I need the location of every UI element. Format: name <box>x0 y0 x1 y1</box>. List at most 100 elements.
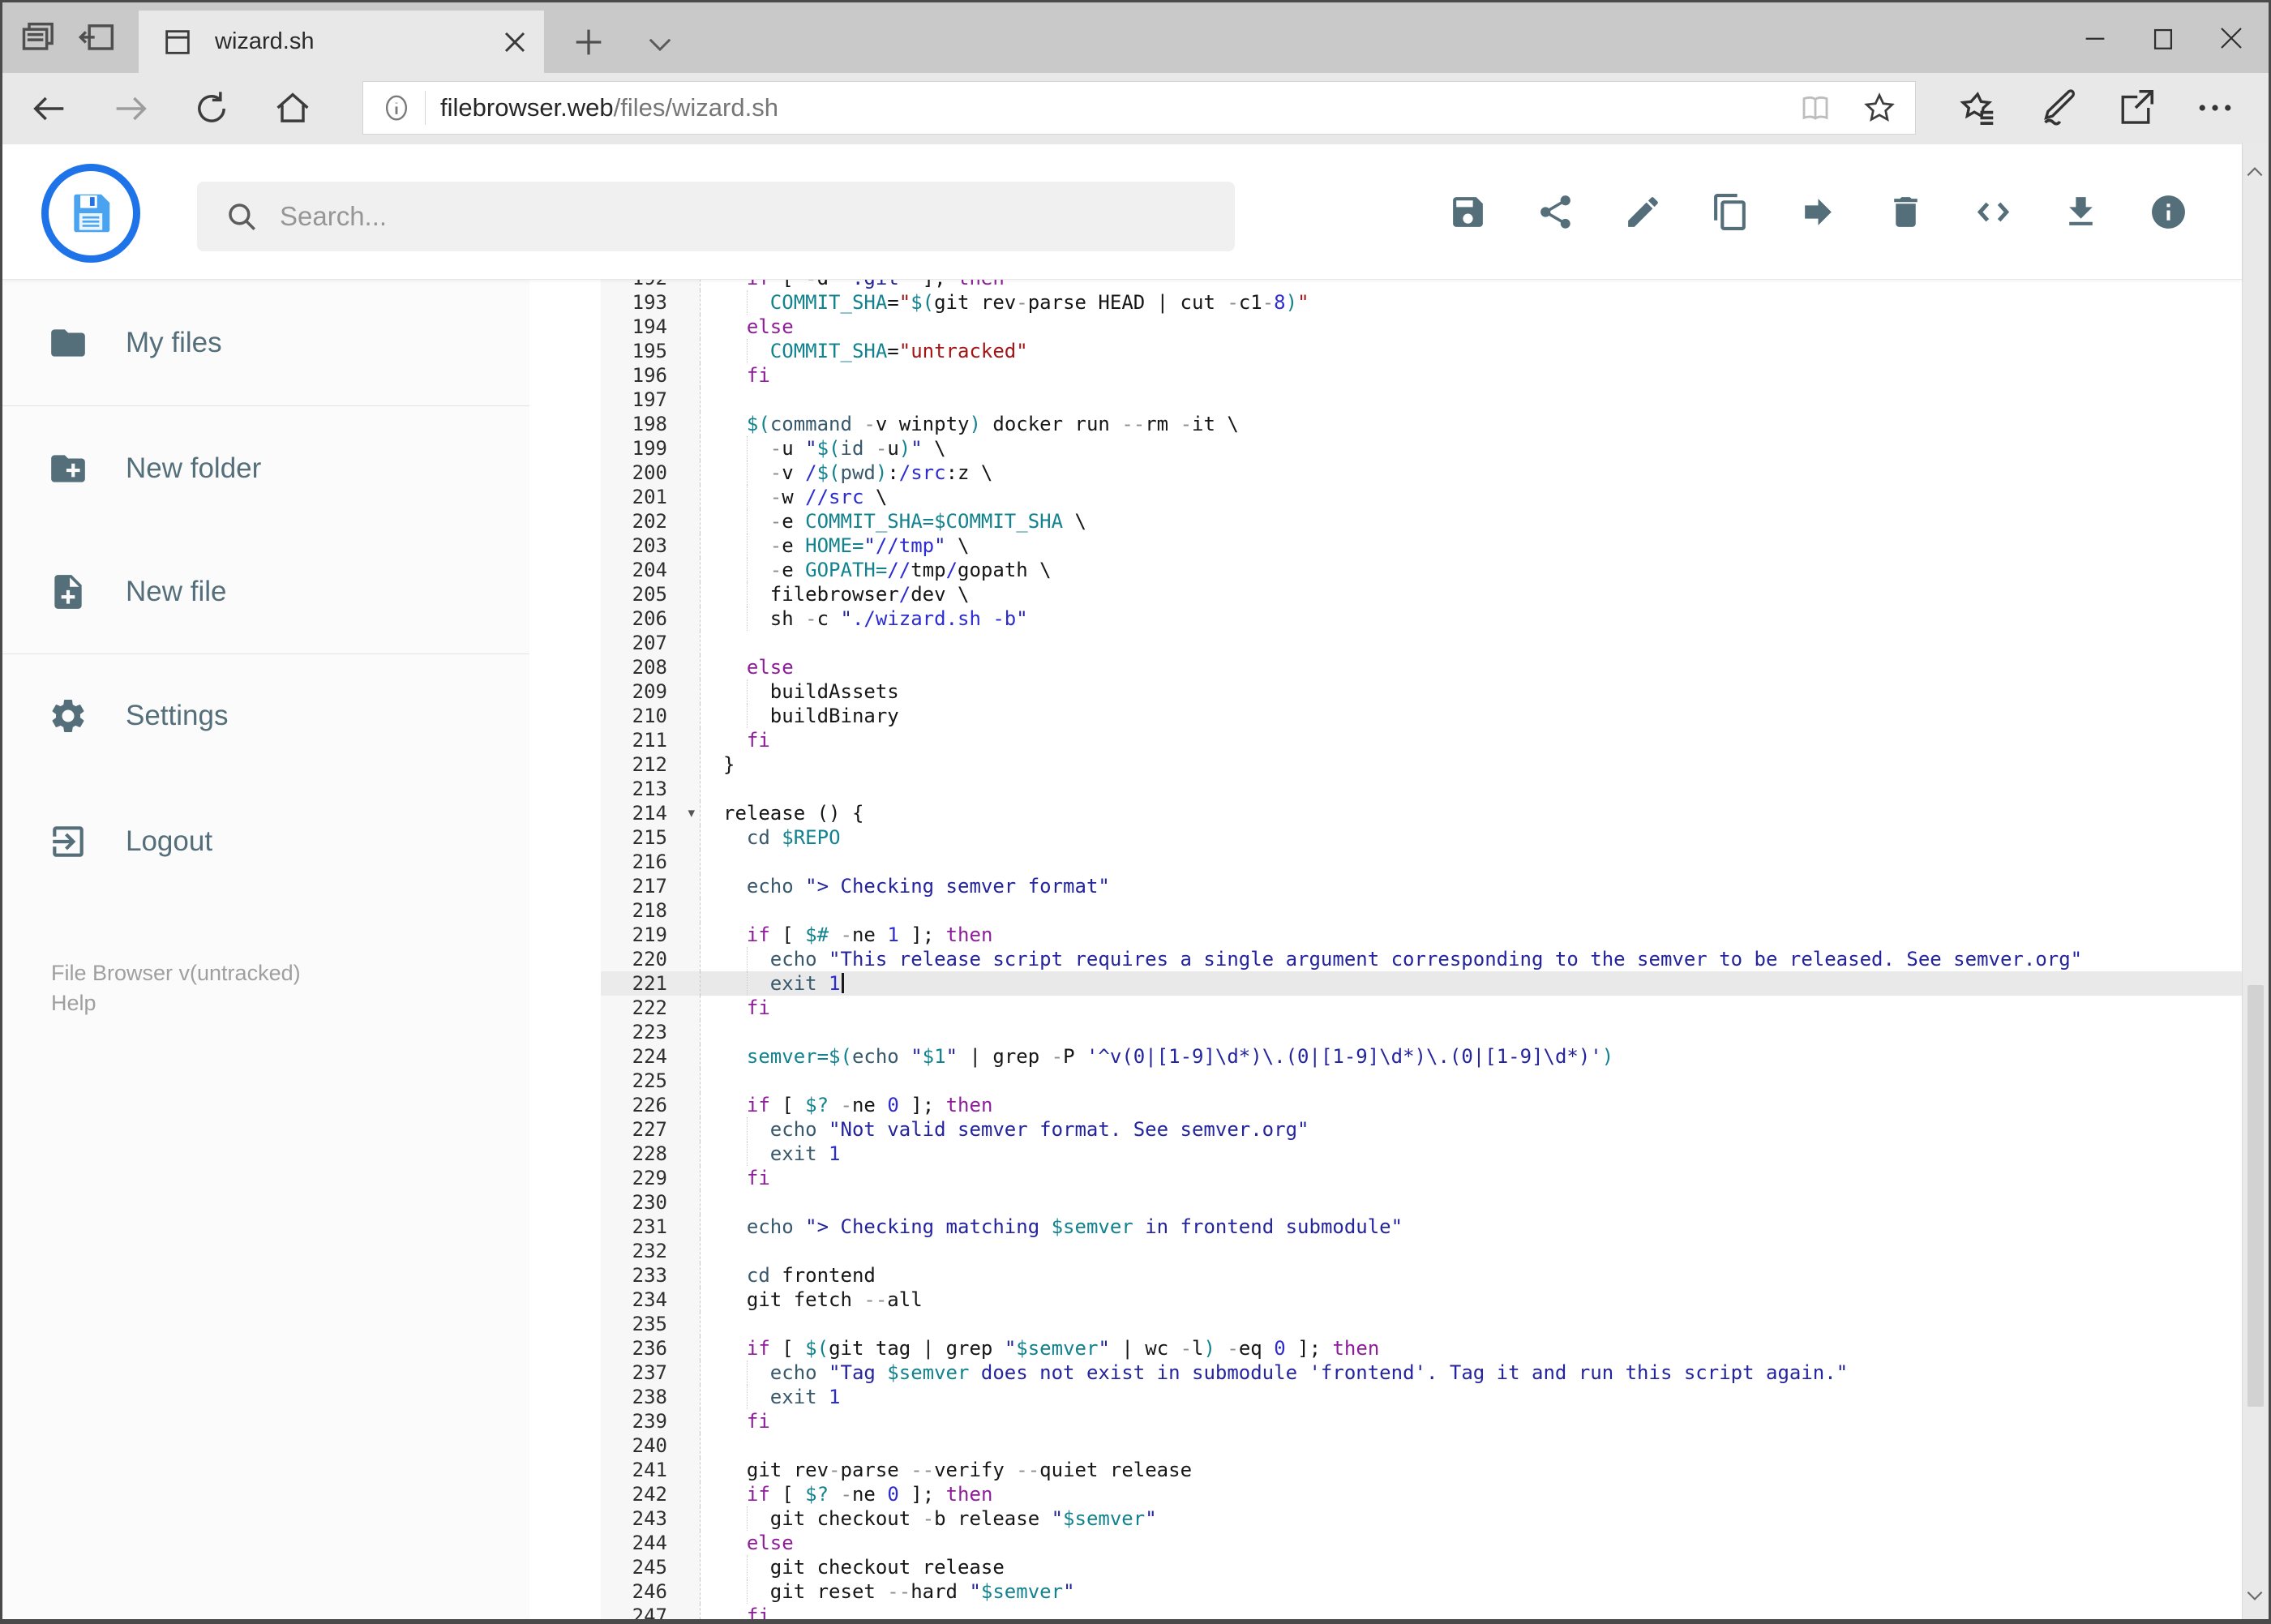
code-line-text[interactable]: else <box>701 655 2242 679</box>
sidebar-item-logout[interactable]: Logout <box>2 803 529 881</box>
tab-preview-icon[interactable] <box>19 17 61 59</box>
tab-wizard-sh[interactable]: wizard.sh <box>139 11 544 73</box>
line-number[interactable]: 246 <box>601 1579 701 1604</box>
code-line[interactable]: 235 <box>601 1312 2242 1336</box>
code-line[interactable]: 246 git reset --hard "$semver" <box>601 1579 2242 1604</box>
code-line[interactable]: 197 <box>601 388 2242 412</box>
web-note-pen-icon[interactable] <box>2034 86 2078 130</box>
line-number[interactable]: 222 <box>601 996 701 1020</box>
line-number[interactable]: 215 <box>601 825 701 850</box>
code-line[interactable]: 231 echo "> Checking matching $semver in… <box>601 1215 2242 1239</box>
code-line[interactable]: 216 <box>601 850 2242 874</box>
code-line-text[interactable]: fi <box>701 1604 2242 1619</box>
line-number[interactable]: 202 <box>601 509 701 533</box>
line-number[interactable]: 225 <box>601 1069 701 1093</box>
code-editor[interactable]: 192 if [ -d ".git" ]; then193 COMMIT_SHA… <box>529 279 2242 1619</box>
code-line-text[interactable]: } <box>701 752 2242 777</box>
code-line[interactable]: 199 -u "$(id -u)" \ <box>601 436 2242 461</box>
code-line[interactable]: 245 git checkout release <box>601 1555 2242 1579</box>
address-bar[interactable]: filebrowser.web/files/wizard.sh <box>362 81 1916 135</box>
line-number[interactable]: 228 <box>601 1142 701 1166</box>
line-number[interactable]: 216 <box>601 850 701 874</box>
line-number[interactable]: 218 <box>601 898 701 923</box>
line-number[interactable]: 220 <box>601 947 701 971</box>
code-line[interactable]: 195 COMMIT_SHA="untracked" <box>601 339 2242 363</box>
code-line[interactable]: 196 fi <box>601 363 2242 388</box>
code-area[interactable]: 192 if [ -d ".git" ]; then193 COMMIT_SHA… <box>601 279 2242 1619</box>
code-line-text[interactable]: release () { <box>701 801 2242 825</box>
line-number[interactable]: 212 <box>601 752 701 777</box>
line-number[interactable]: 196 <box>601 363 701 388</box>
code-line-text[interactable] <box>701 1312 2242 1336</box>
code-line-text[interactable]: -u "$(id -u)" \ <box>701 436 2242 461</box>
code-line[interactable]: 229 fi <box>601 1166 2242 1190</box>
more-ellipsis-icon[interactable] <box>2193 86 2237 130</box>
code-line[interactable]: 218 <box>601 898 2242 923</box>
line-number[interactable]: 204 <box>601 558 701 582</box>
share-page-icon[interactable] <box>2114 86 2157 130</box>
edit-button[interactable] <box>1623 192 1663 232</box>
line-number[interactable]: 240 <box>601 1433 701 1458</box>
line-number[interactable]: 208 <box>601 655 701 679</box>
close-button[interactable] <box>2197 14 2265 62</box>
code-line[interactable]: 233 cd frontend <box>601 1263 2242 1288</box>
line-number[interactable]: 236 <box>601 1336 701 1360</box>
line-number[interactable]: 238 <box>601 1385 701 1409</box>
scroll-down-icon[interactable] <box>2244 1585 2265 1606</box>
code-line[interactable]: 223 <box>601 1020 2242 1044</box>
line-number[interactable]: 203 <box>601 533 701 558</box>
code-line-text[interactable]: $(command -v winpty) docker run --rm -it… <box>701 412 2242 436</box>
site-info-icon[interactable] <box>381 92 412 123</box>
code-line[interactable]: 214 ▾ release () { <box>601 801 2242 825</box>
line-number[interactable]: 227 <box>601 1117 701 1142</box>
code-line-text[interactable]: exit 1 <box>701 971 2242 996</box>
new-tab-button[interactable] <box>570 24 607 61</box>
line-number[interactable]: 223 <box>601 1020 701 1044</box>
line-number[interactable]: 234 <box>601 1288 701 1312</box>
code-line-text[interactable]: fi <box>701 728 2242 752</box>
code-line[interactable]: 203 -e HOME="//tmp" \ <box>601 533 2242 558</box>
line-number[interactable]: 235 <box>601 1312 701 1336</box>
code-line[interactable]: 213 <box>601 777 2242 801</box>
code-line[interactable]: 240 <box>601 1433 2242 1458</box>
code-line[interactable]: 209 buildAssets <box>601 679 2242 704</box>
line-number[interactable]: 210 <box>601 704 701 728</box>
sidebar-item-settings[interactable]: Settings <box>2 677 529 755</box>
line-number[interactable]: 229 <box>601 1166 701 1190</box>
code-line-text[interactable] <box>701 777 2242 801</box>
sidebar-item-new-file[interactable]: New file <box>2 553 529 631</box>
code-line-text[interactable]: cd frontend <box>701 1263 2242 1288</box>
code-line-text[interactable]: -w //src \ <box>701 485 2242 509</box>
code-line-text[interactable]: fi <box>701 996 2242 1020</box>
line-number[interactable]: 241 <box>601 1458 701 1482</box>
save-button[interactable] <box>1448 192 1488 232</box>
code-line[interactable]: 205 filebrowser/dev \ <box>601 582 2242 606</box>
code-line[interactable]: 227 echo "Not valid semver format. See s… <box>601 1117 2242 1142</box>
code-line[interactable]: 230 <box>601 1190 2242 1215</box>
code-line[interactable]: 194 else <box>601 315 2242 339</box>
fold-marker-icon[interactable]: ▾ <box>688 801 695 825</box>
code-line[interactable]: 226 if [ $? -ne 0 ]; then <box>601 1093 2242 1117</box>
share-button[interactable] <box>1536 192 1575 232</box>
code-line-text[interactable]: COMMIT_SHA="$(git rev-parse HEAD | cut -… <box>701 290 2242 315</box>
code-line-text[interactable]: git checkout release <box>701 1555 2242 1579</box>
code-line-text[interactable] <box>701 1069 2242 1093</box>
line-number[interactable]: 194 <box>601 315 701 339</box>
code-line-text[interactable]: git checkout -b release "$semver" <box>701 1506 2242 1531</box>
code-line-text[interactable]: -e COMMIT_SHA=$COMMIT_SHA \ <box>701 509 2242 533</box>
code-line[interactable]: 219 if [ $# -ne 1 ]; then <box>601 923 2242 947</box>
sidebar-item-new-folder[interactable]: New folder <box>2 430 529 508</box>
code-line-text[interactable]: COMMIT_SHA="untracked" <box>701 339 2242 363</box>
help-link[interactable]: Help <box>51 991 96 1016</box>
code-view-button[interactable] <box>1973 192 2013 232</box>
code-line-text[interactable]: sh -c "./wizard.sh -b" <box>701 606 2242 631</box>
line-number[interactable]: 217 <box>601 874 701 898</box>
code-line-text[interactable]: -e GOPATH=//tmp/gopath \ <box>701 558 2242 582</box>
info-button[interactable] <box>2149 192 2188 232</box>
line-number[interactable]: 195 <box>601 339 701 363</box>
line-number[interactable]: 219 <box>601 923 701 947</box>
delete-button[interactable] <box>1886 192 1926 232</box>
line-number[interactable]: 213 <box>601 777 701 801</box>
scroll-up-icon[interactable] <box>2244 161 2265 182</box>
code-line-text[interactable]: if [ $# -ne 1 ]; then <box>701 923 2242 947</box>
